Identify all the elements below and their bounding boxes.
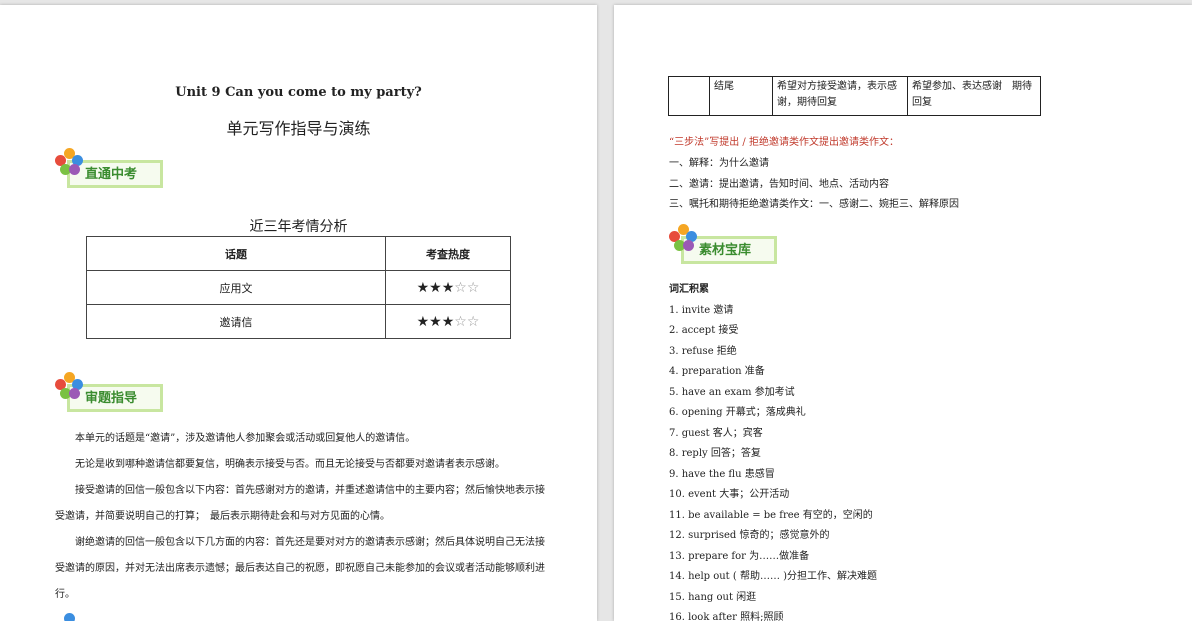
- star-empty-icon: ☆☆: [454, 313, 480, 330]
- step-item: 一、解释：为什么邀请: [669, 158, 769, 169]
- guidance-text: 本单元的话题是“邀请”，涉及邀请他人参加聚会或活动或回复他人的邀请信。 无论是收…: [55, 426, 545, 608]
- rating-stars: ★★★☆☆: [385, 270, 511, 305]
- unit-title: Unit 9 Can you come to my party?: [175, 85, 422, 100]
- star-icon: ★★★: [416, 279, 455, 296]
- right-page: 结尾 希望对方接受邀请，表示感谢，期待回复 希望参加、表达感谢 期待回复 “三步…: [614, 5, 1192, 621]
- table-cell: 结尾: [709, 76, 773, 116]
- step-item: 二、邀请：提出邀请，告知时间、地点、活动内容: [669, 179, 889, 190]
- table-cell: 希望参加、表达感谢 期待回复: [907, 76, 1041, 116]
- vocab-item: 4. preparation 准备: [669, 366, 765, 377]
- table-header-row: 话题 考查热度: [86, 236, 511, 271]
- rating-stars: ★★★☆☆: [385, 304, 511, 339]
- flower-icon: [669, 224, 699, 254]
- section-badge-shenti: 审题指导: [55, 372, 175, 416]
- table-cell: [668, 76, 710, 116]
- vocab-item: 12. surprised 惊奇的；感觉意外的: [669, 530, 830, 541]
- vocab-item: 2. accept 接受: [669, 325, 739, 336]
- section-badge-sucai: 素材宝库: [669, 224, 789, 268]
- table-title: 近三年考情分析: [249, 219, 348, 235]
- step-item: 三、嘱托和期待拒绝邀请类作文：一、感谢二、婉拒三、解释原因: [669, 199, 959, 210]
- vocab-item: 1. invite 邀请: [669, 304, 734, 316]
- row-topic: 应用文: [86, 270, 386, 305]
- flower-icon: [55, 372, 85, 402]
- header-heat: 考查热度: [385, 236, 511, 271]
- vocab-item: 11. be available = be free 有空的，空闲的: [669, 509, 873, 521]
- table-cell: 希望对方接受邀请，表示感谢，期待回复: [772, 76, 908, 116]
- exam-analysis-table: 话题 考查热度 应用文 ★★★☆☆ 邀请信 ★★★☆☆: [86, 236, 511, 339]
- vocab-item: 6. opening 开幕式；落成典礼: [669, 407, 806, 418]
- vocab-item: 16. look after 照料;照顾: [669, 612, 784, 621]
- vocab-item: 3. refuse 拒绝: [669, 345, 737, 357]
- section-badge-zhitong: 直通中考: [55, 148, 175, 192]
- vocab-item: 13. prepare for 为……做准备: [669, 550, 810, 562]
- vocab-item: 15. hang out 闲逛: [669, 591, 757, 603]
- badge-label: 审题指导: [85, 391, 138, 406]
- left-page: Unit 9 Can you come to my party? 单元写作指导与…: [0, 5, 597, 621]
- flower-icon: [55, 148, 85, 178]
- paragraph: 接受邀请的回信一般包含以下内容：首先感谢对方的邀请，并重述邀请信中的主要内容；然…: [55, 485, 545, 522]
- paragraph: 本单元的话题是“邀请”，涉及邀请他人参加聚会或活动或回复他人的邀请信。: [75, 433, 416, 444]
- vocab-item: 10. event 大事；公开活动: [669, 489, 790, 500]
- structure-table: 结尾 希望对方接受邀请，表示感谢，期待回复 希望参加、表达感谢 期待回复: [668, 76, 1041, 116]
- vocab-title: 词汇积累: [669, 284, 709, 295]
- vocab-item: 7. guest 客人；宾客: [669, 427, 763, 439]
- star-icon: ★★★: [416, 313, 455, 330]
- paragraph: 谢绝邀请的回信一般包含以下几方面的内容：首先还是要对对方的邀请表示感谢；然后具体…: [55, 537, 545, 600]
- star-empty-icon: ☆☆: [454, 279, 480, 296]
- header-topic: 话题: [86, 236, 386, 271]
- row-topic: 邀请信: [86, 304, 386, 339]
- vocab-list: 词汇积累 1. invite 邀请 2. accept 接受 3. refuse…: [669, 280, 877, 621]
- badge-label: 素材宝库: [699, 243, 752, 258]
- vocab-item: 9. have the flu 患感冒: [669, 468, 775, 480]
- paragraph: 无论是收到哪种邀请信都要复信，明确表示接受与否。而且无论接受与否都要对邀请者表示…: [75, 459, 505, 470]
- table-row: 邀请信 ★★★☆☆: [86, 304, 511, 339]
- three-step-heading: “三步法”写提出 / 拒绝邀请类作文提出邀请类作文：: [669, 137, 899, 148]
- table-row: 结尾 希望对方接受邀请，表示感谢，期待回复 希望参加、表达感谢 期待回复: [668, 76, 1041, 116]
- badge-label: 直通中考: [85, 167, 138, 182]
- table-row: 应用文 ★★★☆☆: [86, 270, 511, 305]
- vocab-item: 5. have an exam 参加考试: [669, 386, 795, 398]
- unit-subtitle: 单元写作指导与演练: [226, 119, 371, 138]
- vocab-item: 14. help out ( 帮助…… )分担工作、解决难题: [669, 571, 878, 582]
- vocab-item: 8. reply 回答；答复: [669, 448, 761, 459]
